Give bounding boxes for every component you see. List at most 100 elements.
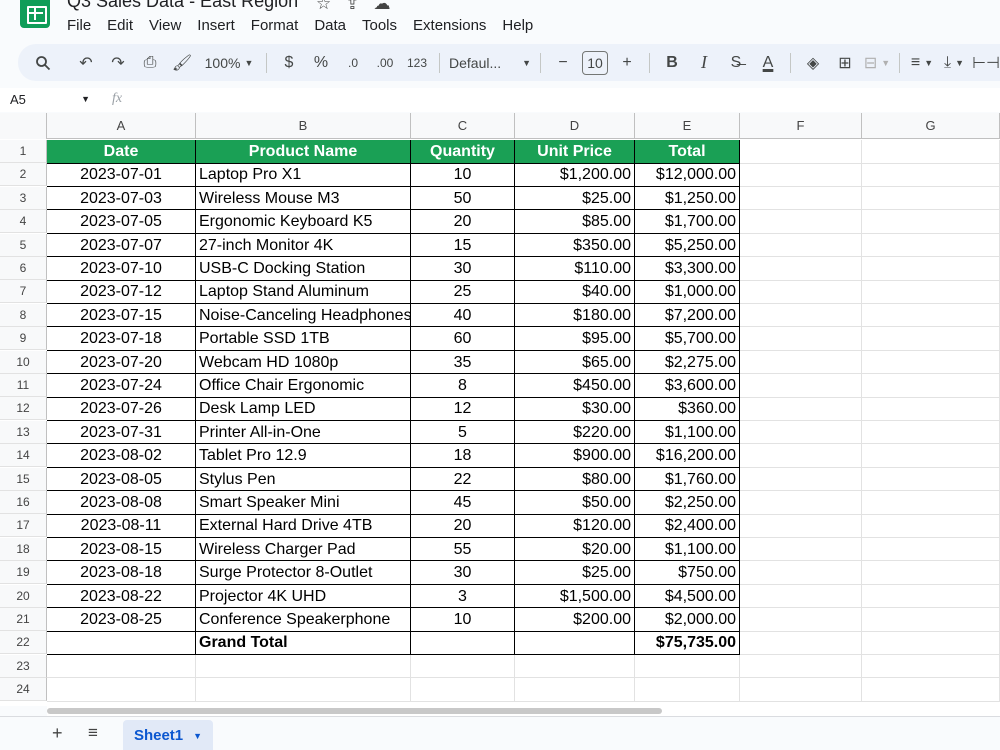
cell-unit-price[interactable]: $95.00 <box>515 327 635 351</box>
cell-product-name[interactable]: Smart Speaker Mini <box>196 491 411 515</box>
borders-icon[interactable]: ⊞ <box>832 49 858 77</box>
column-header-c[interactable]: C <box>411 113 515 139</box>
cell-total[interactable]: $1,000.00 <box>635 280 740 304</box>
column-header-g[interactable]: G <box>862 113 1000 139</box>
cell-product-name[interactable]: External Hard Drive 4TB <box>196 514 411 538</box>
row-header-9[interactable]: 9 <box>0 327 47 351</box>
cell-quantity[interactable]: 12 <box>411 397 515 421</box>
row-header-14[interactable]: 14 <box>0 444 47 468</box>
empty-cell[interactable] <box>862 420 1000 445</box>
empty-cell[interactable] <box>862 163 1000 187</box>
select-all-corner[interactable] <box>0 113 47 139</box>
row-header-22[interactable]: 22 <box>0 631 47 655</box>
cell-date[interactable]: 2023-07-26 <box>47 397 196 421</box>
print-icon[interactable]: ⎙ <box>137 49 163 77</box>
currency-format-button[interactable]: $ <box>276 49 302 77</box>
cell-total[interactable]: $2,400.00 <box>635 514 740 538</box>
row-header-23[interactable]: 23 <box>0 654 47 678</box>
cell-unit-price[interactable]: $65.00 <box>515 350 635 375</box>
font-size-input[interactable]: 10 <box>582 50 608 75</box>
cell-date[interactable]: Date <box>47 140 196 164</box>
horizontal-align-icon[interactable]: ≡ ▼ <box>909 49 935 77</box>
menu-format[interactable]: Format <box>251 17 299 34</box>
document-title[interactable]: Q3 Sales Data - East Region <box>67 0 298 12</box>
italic-button[interactable]: I <box>691 49 717 77</box>
cell-quantity[interactable]: 60 <box>411 327 515 351</box>
cell-total[interactable]: $16,200.00 <box>635 444 740 468</box>
cell-product-name[interactable]: Conference Speakerphone <box>196 608 411 632</box>
row-header-15[interactable]: 15 <box>0 467 47 491</box>
row-header-17[interactable]: 17 <box>0 514 47 538</box>
empty-cell[interactable] <box>862 327 1000 351</box>
paint-format-icon[interactable]: 🖌 <box>169 49 195 77</box>
cell-date[interactable] <box>47 631 196 655</box>
empty-cell[interactable] <box>740 350 862 375</box>
empty-cell[interactable] <box>740 163 862 187</box>
cell-total[interactable]: Total <box>635 140 740 164</box>
column-header-f[interactable]: F <box>740 113 862 139</box>
fill-color-icon[interactable]: ◈ <box>800 49 826 77</box>
cell-total[interactable]: $1,700.00 <box>635 210 740 234</box>
text-color-icon[interactable]: A <box>755 49 781 77</box>
cell-unit-price[interactable]: $110.00 <box>515 257 635 281</box>
empty-cell[interactable] <box>740 467 862 492</box>
cell-date[interactable]: 2023-08-11 <box>47 514 196 538</box>
cell-quantity[interactable]: 25 <box>411 280 515 304</box>
empty-cell[interactable] <box>740 210 862 234</box>
empty-cell[interactable] <box>740 584 862 609</box>
row-header-7[interactable]: 7 <box>0 280 47 304</box>
cell-unit-price[interactable]: $80.00 <box>515 467 635 492</box>
merge-cells-icon[interactable]: ⊟ ▼ <box>864 49 890 77</box>
sheets-logo-icon[interactable] <box>20 0 50 28</box>
empty-cell[interactable] <box>635 678 740 702</box>
empty-cell[interactable] <box>862 444 1000 468</box>
empty-cell[interactable] <box>740 654 862 679</box>
cell-date[interactable]: 2023-08-22 <box>47 584 196 609</box>
cell-product-name[interactable]: Desk Lamp LED <box>196 397 411 421</box>
row-header-21[interactable]: 21 <box>0 608 47 631</box>
row-header-16[interactable]: 16 <box>0 491 47 514</box>
menu-help[interactable]: Help <box>502 17 533 34</box>
vertical-align-icon[interactable]: ⤓ ▼ <box>941 49 967 77</box>
cell-quantity[interactable]: 35 <box>411 350 515 375</box>
cell-total[interactable]: $5,250.00 <box>635 233 740 258</box>
menu-insert[interactable]: Insert <box>197 17 235 34</box>
cell-product-name[interactable]: Grand Total <box>196 631 411 655</box>
cell-unit-price[interactable]: $220.00 <box>515 420 635 445</box>
undo-icon[interactable]: ↶ <box>73 49 99 77</box>
cell-unit-price[interactable]: $20.00 <box>515 537 635 562</box>
cell-product-name[interactable]: Wireless Mouse M3 <box>196 186 411 211</box>
empty-cell[interactable] <box>862 678 1000 702</box>
cell-date[interactable]: 2023-07-10 <box>47 257 196 281</box>
star-icon[interactable]: ☆ <box>316 0 331 13</box>
row-header-20[interactable]: 20 <box>0 584 47 608</box>
column-header-a[interactable]: A <box>47 113 196 139</box>
row-header-10[interactable]: 10 <box>0 350 47 374</box>
cell-date[interactable]: 2023-07-03 <box>47 186 196 211</box>
row-header-13[interactable]: 13 <box>0 420 47 444</box>
bold-button[interactable]: B <box>659 49 685 77</box>
empty-cell[interactable] <box>862 631 1000 655</box>
cell-total[interactable]: $12,000.00 <box>635 163 740 187</box>
spreadsheet-grid[interactable]: ABCDEFG 1 2 3 4 5 6 7 8 9 10 11 12 13 14 15 16 17 18 19 20 2… <box>0 113 1000 706</box>
empty-cell[interactable] <box>740 374 862 398</box>
cell-unit-price[interactable]: $85.00 <box>515 210 635 234</box>
add-sheet-icon[interactable]: + <box>52 723 63 744</box>
font-size-increase-button[interactable]: + <box>614 49 640 77</box>
sheet-tab-active[interactable]: Sheet1 ▼ <box>123 720 213 750</box>
cell-total[interactable]: $4,500.00 <box>635 584 740 609</box>
cell-unit-price[interactable]: $30.00 <box>515 397 635 421</box>
empty-cell[interactable] <box>47 678 196 702</box>
empty-cell[interactable] <box>740 608 862 632</box>
cell-total[interactable]: $75,735.00 <box>635 631 740 655</box>
empty-cell[interactable] <box>740 444 862 468</box>
cell-unit-price[interactable]: $180.00 <box>515 303 635 328</box>
row-header-11[interactable]: 11 <box>0 374 47 397</box>
empty-cell[interactable] <box>862 140 1000 164</box>
cell-product-name[interactable]: Laptop Pro X1 <box>196 163 411 187</box>
row-header-19[interactable]: 19 <box>0 561 47 585</box>
empty-cell[interactable] <box>862 584 1000 609</box>
cell-quantity[interactable]: 10 <box>411 608 515 632</box>
row-header-1[interactable]: 1 <box>0 140 47 163</box>
cell-date[interactable]: 2023-08-25 <box>47 608 196 632</box>
